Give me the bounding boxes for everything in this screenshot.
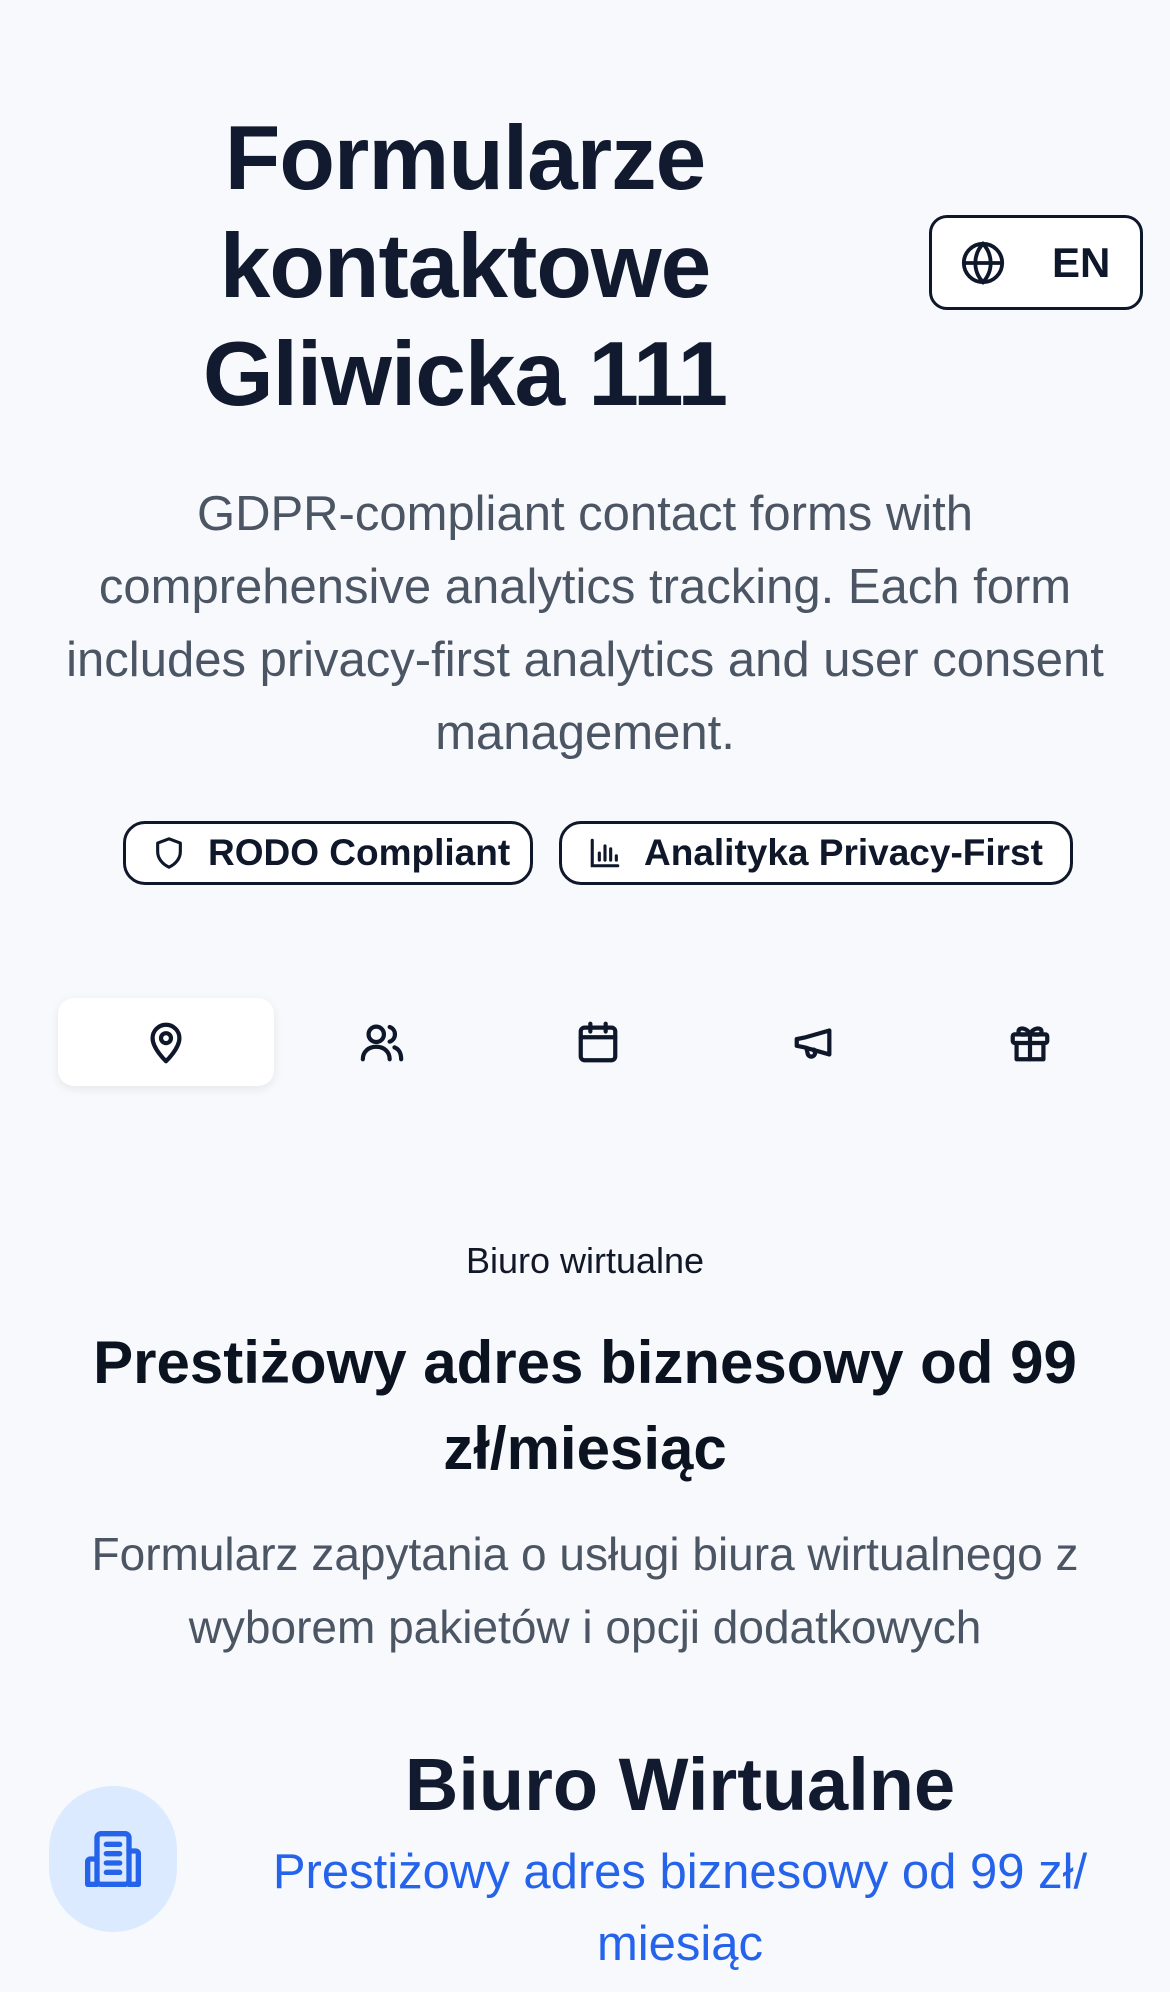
page-title: Formularze kontaktowe Gliwicka 111	[202, 108, 728, 425]
card-subtitle: Prestiżowy adres biznesowy od 99 zł/ mie…	[272, 1845, 1088, 1971]
users-icon	[359, 1019, 405, 1065]
tab-gift[interactable]	[922, 998, 1138, 1086]
shield-icon	[152, 836, 186, 870]
tab-virtual-office[interactable]	[58, 998, 274, 1086]
badge-label: RODO Compliant	[208, 832, 511, 873]
badge-rodo-compliant: RODO Compliant	[123, 821, 533, 885]
section-eyebrow: Biuro wirtualne	[465, 1240, 705, 1281]
section-title: Prestiżowy adres biznesowy od 99 zł/mies…	[93, 1329, 1077, 1482]
building-icon	[81, 1827, 145, 1891]
language-label: EN	[1052, 238, 1111, 286]
badge-label: Analityka Privacy-First	[644, 832, 1043, 873]
language-switch-button[interactable]: EN	[929, 215, 1143, 310]
intro-description: GDPR-compliant contact forms with compre…	[66, 487, 1104, 760]
card-title: Biuro Wirtualne	[404, 1743, 956, 1826]
tab-marketing[interactable]	[706, 998, 922, 1086]
megaphone-icon	[791, 1019, 837, 1065]
tab-users[interactable]	[274, 998, 490, 1086]
section-description: Formularz zapytania o usługi biura wirtu…	[91, 1528, 1079, 1653]
globe-icon	[960, 240, 1006, 286]
map-pin-icon	[143, 1019, 189, 1065]
bar-chart-icon	[588, 836, 622, 870]
badge-analytics: Analityka Privacy-First	[559, 821, 1073, 885]
calendar-icon	[575, 1019, 621, 1065]
tab-calendar[interactable]	[490, 998, 706, 1086]
card-icon-container	[49, 1786, 177, 1932]
gift-icon	[1007, 1019, 1053, 1065]
